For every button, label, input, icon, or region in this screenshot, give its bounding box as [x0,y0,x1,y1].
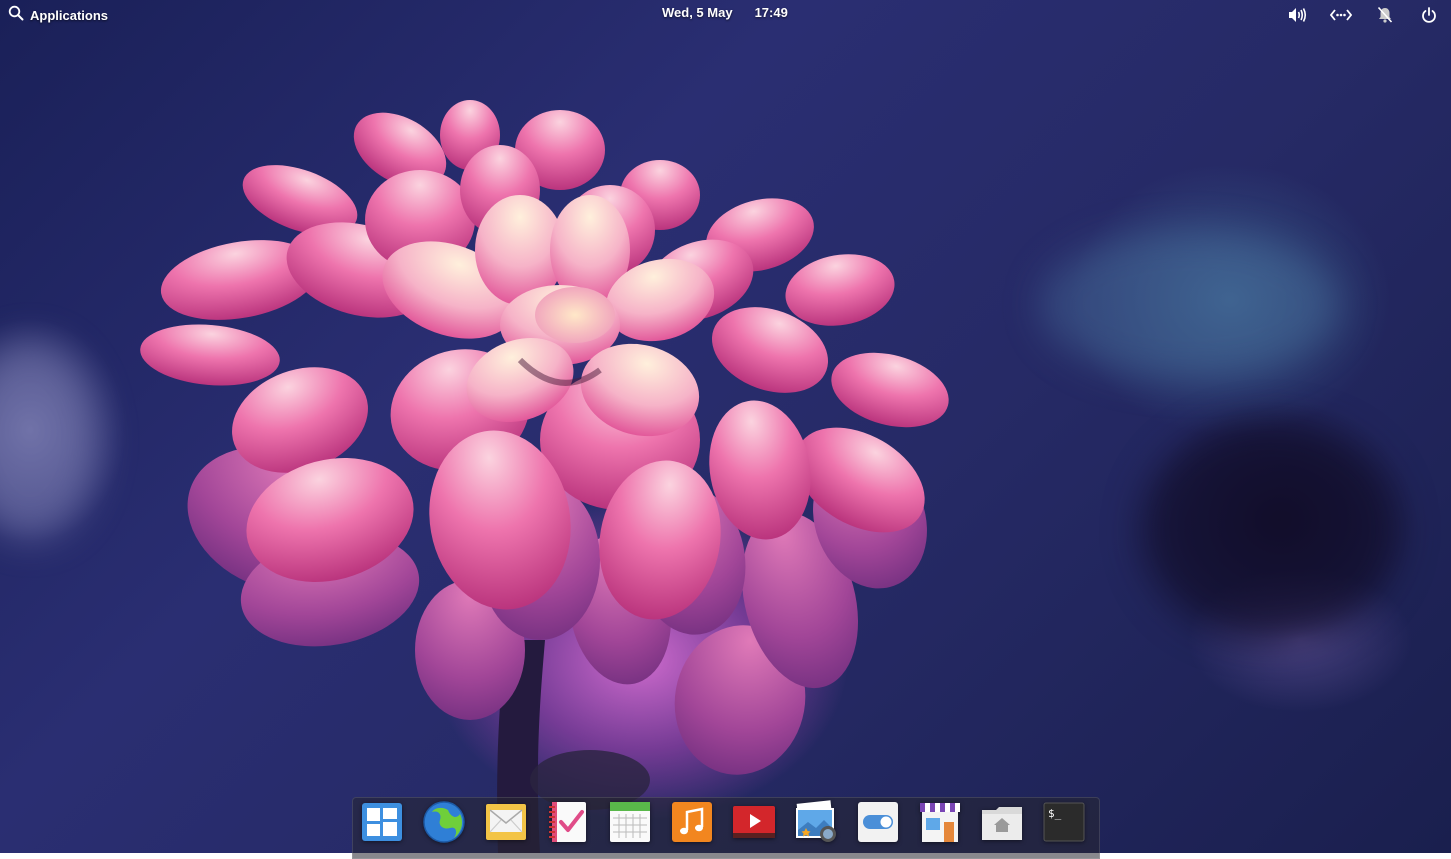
notifications-indicator[interactable] [1373,3,1397,27]
sound-indicator[interactable] [1285,3,1309,27]
web-browser-icon [423,801,465,843]
date-label: Wed, 5 May [662,5,733,20]
terminal-icon: $_ [1043,802,1085,842]
power-icon [1422,7,1436,23]
network-icon [1330,9,1352,21]
dock-item-system-settings[interactable] [856,800,900,844]
tasks-icon [549,802,586,842]
calendar-icon [610,802,650,842]
top-panel: Applications Wed, 5 May 17:49 [0,0,1451,30]
files-icon [982,807,1022,840]
notifications-off-icon [1377,6,1393,23]
sound-icon [1289,8,1307,22]
dock-item-files[interactable] [980,800,1024,844]
dock-item-photos[interactable] [794,800,838,844]
mail-icon [486,804,526,840]
music-icon [672,802,712,842]
multitasking-view-icon [362,803,402,841]
datetime-indicator[interactable]: Wed, 5 May 17:49 [662,5,788,20]
applications-label: Applications [30,7,109,23]
dock-item-tasks[interactable] [546,800,590,844]
appcenter-icon [920,803,960,842]
system-settings-icon [858,802,898,842]
dock-item-calendar[interactable] [608,800,652,844]
dock-item-videos[interactable] [732,800,776,844]
dock-item-mail[interactable] [484,800,528,844]
dock-items: $_ [360,800,1086,844]
videos-icon [733,806,775,838]
terminal-prompt: $_ [1048,807,1062,820]
indicator-area [1285,3,1441,27]
time-label: 17:49 [754,5,788,20]
dock-item-multitasking-view[interactable] [360,800,404,844]
desktop-wallpaper [0,0,1451,853]
applications-menu-button[interactable]: Applications [8,4,108,26]
dahlia-flower-image [140,100,949,853]
session-indicator[interactable] [1417,3,1441,27]
network-indicator[interactable] [1329,3,1353,27]
dock-item-appcenter[interactable] [918,800,962,844]
dock-item-music[interactable] [670,800,714,844]
dock-item-terminal[interactable]: $_ [1042,800,1086,844]
photos-icon [796,800,836,842]
search-icon [8,5,24,26]
dock-item-web-browser[interactable] [422,800,466,844]
